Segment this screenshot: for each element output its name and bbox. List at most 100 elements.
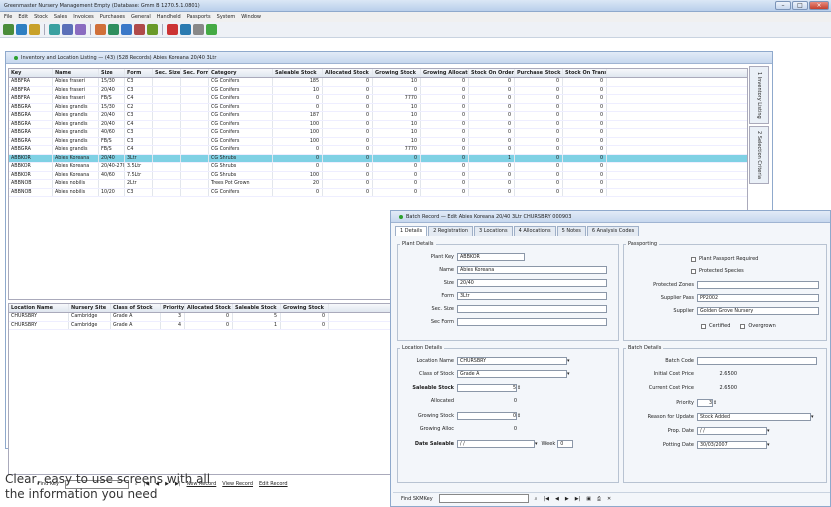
edit-record-button[interactable]: Edit Record (259, 481, 288, 487)
chevron-down-icon[interactable]: ▾ (767, 442, 770, 448)
column-header[interactable]: Stock On Transit (563, 69, 607, 77)
overgrown-checkbox[interactable] (740, 323, 746, 329)
growing-stock-field[interactable]: 0 (457, 412, 517, 420)
tab-3[interactable]: 3 Locations (474, 226, 513, 236)
column-header[interactable]: Saleable Stock (273, 69, 323, 77)
column-header[interactable]: Growing Allocated (421, 69, 469, 77)
supplier-pass-field[interactable]: PP2002 (697, 294, 819, 302)
stock-icon[interactable] (49, 24, 60, 35)
certified-checkbox[interactable] (701, 323, 706, 329)
table-row[interactable]: ABBGRA Abies grandis FB/S C3 CG Conifers 100 0… (9, 137, 747, 146)
sales-icon[interactable] (95, 24, 106, 35)
purchase-icon[interactable] (121, 24, 132, 35)
report-icon[interactable] (75, 24, 86, 35)
invoice-icon[interactable] (108, 24, 119, 35)
column-header[interactable]: Purchase Stock (515, 69, 563, 77)
size-field[interactable]: 20/40 (457, 279, 607, 287)
table-row[interactable]: ABBFRA Abies fraseri 15/30 C3 CG Conifers 185… (9, 78, 747, 87)
table-row[interactable]: ABBFRA Abies fraseri FB/S C4 CG Conifers 0 0 77… (9, 95, 747, 104)
menu-item[interactable]: File (4, 14, 12, 20)
menu-item[interactable]: Invoices (73, 14, 93, 20)
batch-code-field[interactable] (697, 357, 817, 365)
menu-item[interactable]: Stock (34, 14, 48, 20)
date-saleable-field[interactable]: / / (457, 440, 535, 448)
menu-item[interactable]: Purchases (100, 14, 125, 20)
tab-1[interactable]: 1 Details (395, 226, 428, 236)
column-header[interactable]: Growing Stock (373, 69, 421, 77)
column-header[interactable]: Size (99, 69, 125, 77)
chevron-down-icon[interactable]: ▾ (811, 414, 814, 420)
open-icon[interactable] (16, 24, 27, 35)
menu-item[interactable]: System (217, 14, 236, 20)
column-header[interactable]: Name (53, 69, 99, 77)
menu-item[interactable]: Edit (18, 14, 28, 20)
column-header[interactable]: Sec. Form (181, 69, 209, 77)
plant-key-field[interactable]: ABBKOR (457, 253, 525, 261)
binoculars-icon[interactable]: ⌕ (535, 496, 538, 502)
tab-4[interactable]: 4 Allocations (513, 226, 556, 236)
delete-icon[interactable]: ✕ (607, 496, 611, 502)
find-skmkey-input[interactable] (438, 494, 529, 503)
potting-date-field[interactable]: 30/03/2007 (697, 441, 767, 449)
close-icon[interactable]: × (809, 1, 829, 10)
column-header[interactable]: Key (9, 69, 53, 77)
chevron-down-icon[interactable]: ▾ (535, 441, 538, 447)
new-icon[interactable] (3, 24, 14, 35)
tab-2[interactable]: 2 Registration (428, 226, 474, 236)
passport-icon[interactable] (167, 24, 178, 35)
table-row[interactable]: ABBGRA Abies grandis 20/40 C4 CG Conifers 100… (9, 120, 747, 129)
class-of-stock-field[interactable]: Grade A (457, 370, 567, 378)
protected-zones-field[interactable] (697, 281, 819, 289)
column-header[interactable]: Form (125, 69, 153, 77)
table-row[interactable]: ABBNOB Abies nobilis 2Ltr Trees Pot Grown 20… (9, 180, 747, 189)
table-row[interactable]: ABBFRA Abies fraseri 20/40 C3 CG Conifers 10 0… (9, 86, 747, 95)
saleable-stock-field[interactable]: 5 (457, 384, 517, 392)
column-header[interactable]: Nursery Site (69, 304, 111, 312)
view-record-button[interactable]: View Record (222, 481, 253, 487)
location-name-field[interactable]: CHURSBRY (457, 357, 567, 365)
table-row[interactable]: ABBGRA Abies grandis 20/40 C3 CG Conifers 187… (9, 112, 747, 121)
table-row[interactable]: ABBKOR Abies Koreana 40/60 7.5Ltr CG Shrubs 1… (9, 171, 747, 180)
chevron-down-icon[interactable]: ▾ (567, 358, 570, 364)
sec-size-field[interactable] (457, 305, 607, 313)
column-header[interactable]: Stock On Order (469, 69, 515, 77)
print-icon[interactable]: ⎙ (597, 496, 601, 502)
table-row[interactable]: ABBGRA Abies grandis 40/60 C3 CG Conifers 100… (9, 129, 747, 138)
prev-record-icon[interactable]: ◀ (555, 496, 559, 502)
menu-item[interactable]: Passports (187, 14, 211, 20)
help-icon[interactable] (206, 24, 217, 35)
form-field[interactable]: 3Ltr (457, 292, 607, 300)
next-record-icon[interactable]: ▶ (565, 496, 569, 502)
delete-icon[interactable] (134, 24, 145, 35)
column-header[interactable]: Saleable Stock (233, 304, 281, 312)
week-field[interactable]: 0 (557, 440, 574, 448)
table-row[interactable]: ABBKOR Abies Koreana 20/40-270 3.5Ltr CG Shr… (9, 163, 747, 172)
sec-form-field[interactable] (457, 318, 607, 326)
tab-5[interactable]: 5 Notes (556, 226, 586, 236)
table-row[interactable]: ABBKOR Abies Koreana 20/40 3Ltr CG Shrubs 0 0 0… (9, 154, 747, 163)
column-header[interactable]: Allocated Stock (323, 69, 373, 77)
stepper-icon[interactable]: ⇕ (713, 400, 717, 406)
column-header[interactable]: Growing Stock (281, 304, 329, 312)
last-record-icon[interactable]: ▶| (575, 496, 581, 502)
menu-item[interactable]: Sales (54, 14, 67, 20)
prop-date-field[interactable]: / / (697, 427, 767, 435)
first-record-icon[interactable]: |◀ (543, 496, 549, 502)
column-header[interactable]: Sec. Size (153, 69, 181, 77)
minimize-icon[interactable]: – (775, 1, 791, 10)
column-header[interactable]: Class of Stock (111, 304, 161, 312)
table-row[interactable]: ABBGRA Abies grandis 15/30 C2 CG Conifers 0 0 1… (9, 103, 747, 112)
chevron-down-icon[interactable]: ▾ (767, 428, 770, 434)
side-tab[interactable]: 2 Selection Criteria (749, 126, 769, 184)
table-row[interactable]: ABBNOB Abies nobilis 10/20 C3 CG Conifers 0 0 0… (9, 188, 747, 197)
stepper-icon[interactable]: ⇕ (517, 413, 521, 419)
tab-6[interactable]: 6 Analysis Codes (586, 226, 640, 236)
handheld-icon[interactable] (147, 24, 158, 35)
column-header[interactable]: Allocated Stock (185, 304, 233, 312)
print-icon[interactable] (180, 24, 191, 35)
reason-field[interactable]: Stock Added (697, 413, 811, 421)
column-header[interactable]: Priority (161, 304, 185, 312)
priority-field[interactable]: 3 (697, 399, 713, 407)
side-tab[interactable]: 1 Inventory Listing (749, 66, 769, 124)
table-row[interactable]: ABBGRA Abies grandis FB/S C4 CG Conifers 0 0 77… (9, 146, 747, 155)
